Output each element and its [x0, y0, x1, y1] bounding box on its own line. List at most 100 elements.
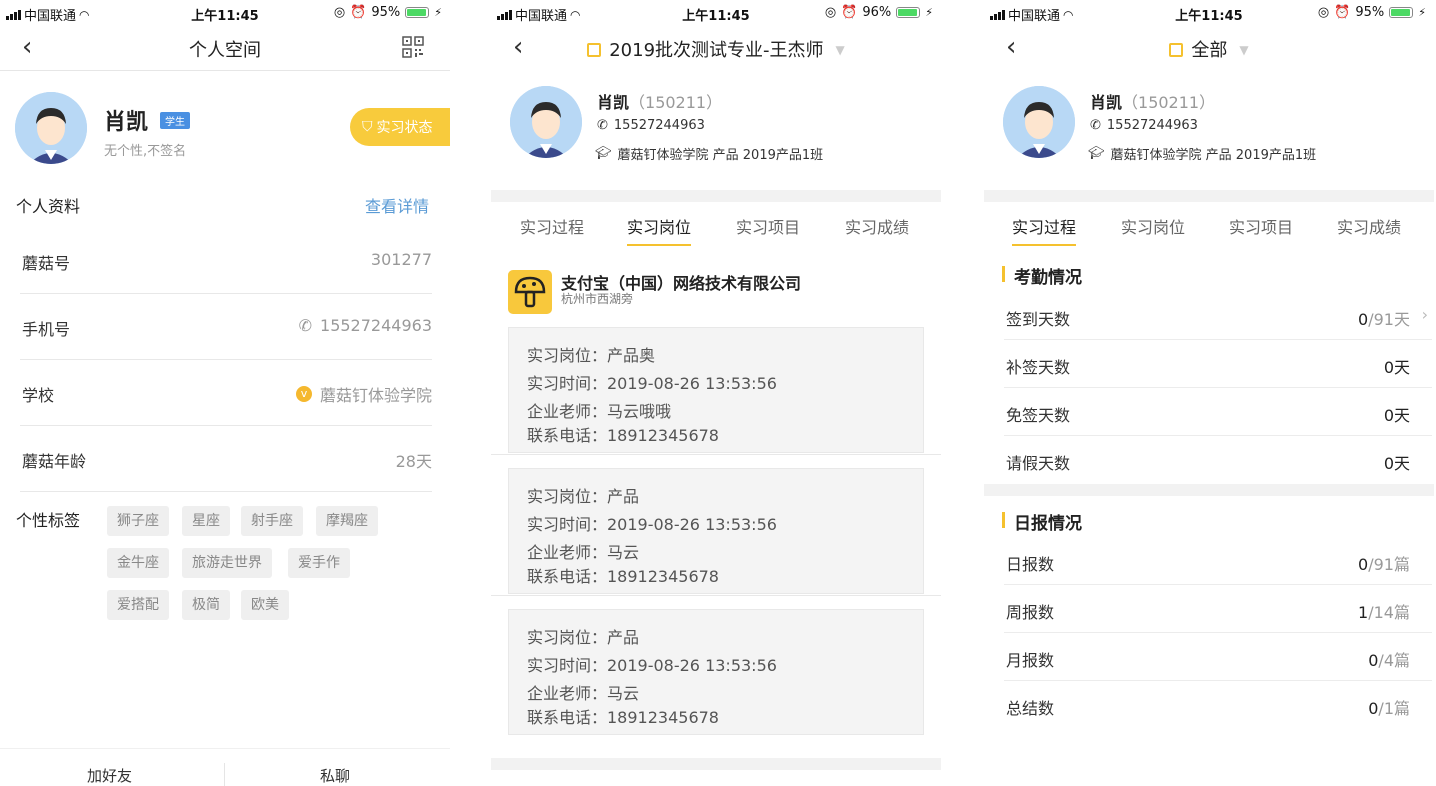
battery-icon: [1389, 7, 1414, 18]
row-label: 蘑菇号: [22, 254, 71, 273]
user-school: 🎓︎ 蘑菇钉体验学院 产品 2019产品1班: [595, 144, 823, 163]
charging-icon: ⚡: [1418, 6, 1426, 19]
row-label: 手机号: [22, 320, 71, 339]
divider: [224, 763, 225, 786]
value-number: 0: [1368, 651, 1379, 670]
row-value: 0/91天: [1358, 306, 1410, 330]
signature: 无个性,不签名: [104, 144, 187, 159]
row-value: 0/4篇: [1368, 647, 1410, 671]
tag: 狮子座: [107, 506, 169, 536]
value-total: /91天: [1368, 310, 1410, 329]
tab-bar: 实习过程 实习岗位 实习项目 实习成绩: [491, 202, 941, 248]
card-teacher: 企业老师：马云: [527, 543, 640, 562]
tab-position[interactable]: 实习岗位: [627, 214, 692, 246]
position-card[interactable]: 实习岗位：产品 实习时间：2019-08-26 13:53:56 企业老师：马云…: [508, 609, 924, 735]
row-label: 请假天数: [1006, 454, 1071, 473]
tab-process[interactable]: 实习过程: [1012, 214, 1077, 246]
alarm-icon: ⏰: [1334, 5, 1351, 20]
qr-code-icon[interactable]: [402, 36, 424, 58]
view-details-link[interactable]: 查看详情: [365, 193, 429, 217]
tag: 爱搭配: [107, 590, 169, 620]
private-chat-button[interactable]: 私聊: [320, 765, 350, 786]
screen-personal-space: 中国联通 ◠ 上午11:45 ◎ ⏰ 95% ⚡ ‹ 个人空间 肖凯 学生 无个性,不签…: [0, 0, 450, 786]
value-number: 0: [1358, 310, 1369, 329]
row-value[interactable]: 15527244963: [320, 316, 432, 335]
tag: 星座: [182, 506, 230, 536]
user-school: 🎓︎ 蘑菇钉体验学院 产品 2019产品1班: [1088, 144, 1316, 163]
avatar[interactable]: [510, 86, 582, 158]
phone-icon: ✆: [298, 316, 313, 335]
divider: [0, 70, 450, 71]
user-name-text: 肖凯: [1090, 93, 1123, 112]
student-id: （150211）: [1122, 93, 1216, 112]
role-badge: 学生: [160, 112, 190, 129]
battery-percent: 96%: [862, 5, 892, 20]
card-phone: 联系电话：18912345678: [527, 708, 719, 727]
row-label: 免签天数: [1006, 406, 1071, 425]
position-card[interactable]: 实习岗位：产品 实习时间：2019-08-26 13:53:56 企业老师：马云…: [508, 468, 924, 594]
batch-title: 2019批次测试专业-王杰师: [609, 40, 824, 61]
row-value: 0/91篇: [1358, 551, 1410, 575]
profile-row-mushroom-id: 蘑菇号 301277: [20, 228, 432, 294]
clipboard-icon: ⛉: [362, 119, 373, 135]
report-row-daily[interactable]: 日报数 0/91篇: [1004, 537, 1432, 585]
user-name: 肖凯（150211）: [1090, 89, 1215, 113]
batch-selector[interactable]: 2019批次测试专业-王杰师 ▼: [491, 36, 941, 62]
attendance-row-makeup: 补签天数 0天: [1004, 340, 1432, 388]
user-name: 肖凯: [104, 110, 149, 135]
internship-status-button[interactable]: ⛉ 实习状态: [350, 108, 450, 146]
bottom-action-bar: 加好友 私聊: [0, 748, 450, 786]
profile-row-school: 学校 v 蘑菇钉体验学院: [20, 360, 432, 426]
report-row-summary[interactable]: 总结数 0/1篇: [1004, 681, 1432, 729]
tab-grades[interactable]: 实习成绩: [1337, 214, 1401, 238]
tag: 旅游走世界: [182, 548, 272, 578]
batch-title: 全部: [1191, 40, 1228, 61]
chevron-down-icon: ▼: [1239, 43, 1249, 57]
student-id: （150211）: [629, 93, 723, 112]
row-value: 0天: [1384, 450, 1410, 474]
report-row-weekly[interactable]: 周报数 1/14篇: [1004, 585, 1432, 633]
avatar[interactable]: [15, 92, 87, 164]
tab-project[interactable]: 实习项目: [736, 214, 800, 238]
tags-label: 个性标签: [16, 511, 81, 530]
alarm-icon: ⏰: [841, 5, 858, 20]
company-address: 杭州市西湖旁: [561, 292, 634, 306]
phone-icon: ✆: [597, 118, 608, 133]
nav-bar: ‹ 个人空间: [0, 26, 450, 70]
report-row-monthly[interactable]: 月报数 0/4篇: [1004, 633, 1432, 681]
row-label: 签到天数: [1006, 310, 1071, 329]
position-card[interactable]: 实习岗位：产品奥 实习时间：2019-08-26 13:53:56 企业老师：马…: [508, 327, 924, 453]
attendance-section-title: 考勤情况: [1002, 263, 1082, 288]
tag: 欧美: [241, 590, 289, 620]
attendance-row-checkin[interactable]: 签到天数 0/91天 ›: [1004, 292, 1432, 340]
tag: 摩羯座: [316, 506, 378, 536]
charging-icon: ⚡: [434, 6, 442, 19]
tag: 金牛座: [107, 548, 169, 578]
value-number: 1: [1358, 603, 1369, 622]
row-value: 0天: [1384, 354, 1410, 378]
alarm-icon: ⏰: [350, 5, 367, 20]
page-title: 个人空间: [189, 40, 261, 61]
row-value: 1/14篇: [1358, 599, 1410, 623]
tab-position[interactable]: 实习岗位: [1121, 214, 1185, 238]
row-label: 总结数: [1006, 699, 1055, 718]
row-value: 0天: [1384, 402, 1410, 426]
row-label: 学校: [22, 386, 55, 405]
tab-process[interactable]: 实习过程: [520, 214, 584, 238]
value-number: 0天: [1383, 454, 1410, 473]
row-label: 日报数: [1006, 555, 1055, 574]
row-label: 周报数: [1006, 603, 1055, 622]
add-friend-button[interactable]: 加好友: [87, 765, 132, 786]
tab-grades[interactable]: 实习成绩: [845, 214, 909, 238]
row-label: 蘑菇年龄: [22, 452, 87, 471]
divider: [491, 454, 941, 455]
card-teacher: 企业老师：马云: [527, 684, 640, 703]
tab-project[interactable]: 实习项目: [1229, 214, 1293, 238]
graduation-cap-icon: 🎓︎: [1088, 146, 1105, 161]
phone-icon: ✆: [1090, 118, 1101, 133]
verified-icon: v: [295, 386, 312, 402]
graduation-cap-icon: 🎓︎: [595, 146, 612, 161]
avatar[interactable]: [1003, 86, 1075, 158]
school-text: 蘑菇钉体验学院 产品 2019产品1班: [617, 148, 824, 163]
batch-selector[interactable]: 全部 ▼: [984, 36, 1434, 62]
